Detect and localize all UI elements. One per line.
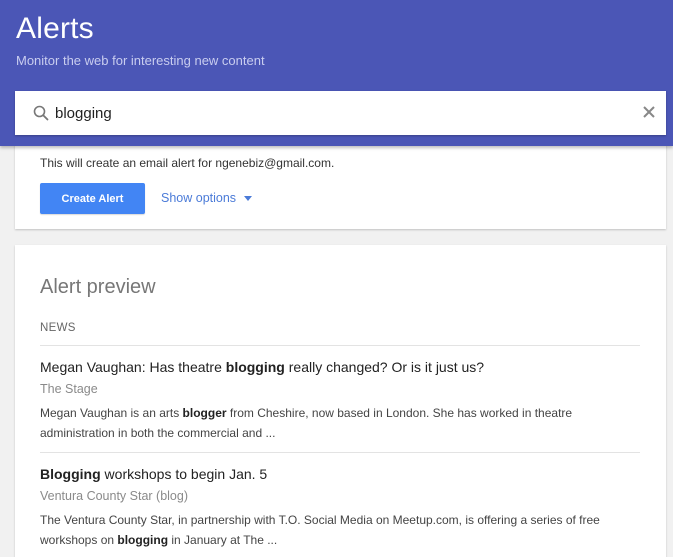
snippet-highlight: blogger — [182, 406, 227, 420]
snippet-highlight: blogging — [117, 533, 169, 547]
divider — [40, 452, 640, 453]
snippet-text: in January at The ... — [168, 533, 278, 547]
show-options-label: Show options — [161, 191, 237, 205]
result-source: The Stage — [40, 382, 98, 396]
caret-down-icon — [244, 195, 253, 201]
alert-preview-card: Alert preview NEWS Megan Vaughan: Has th… — [15, 245, 666, 557]
news-result: Megan Vaughan: Has theatre blogging real… — [40, 359, 640, 443]
create-alert-button[interactable]: Create Alert — [40, 183, 145, 214]
result-snippet: Megan Vaughan is an arts blogger from Ch… — [40, 403, 640, 443]
search-bar — [15, 91, 666, 135]
result-title[interactable]: Blogging workshops to begin Jan. 5 — [40, 466, 640, 482]
result-snippet: The Ventura County Star, in partnership … — [40, 510, 640, 550]
result-title-highlight: Blogging — [40, 466, 101, 482]
search-icon — [33, 105, 49, 121]
close-icon[interactable] — [642, 105, 656, 119]
result-source: Ventura County Star (blog) — [40, 489, 188, 503]
email-note: This will create an email alert for ngen… — [40, 156, 335, 170]
result-title-text: really changed? Or is it just us? — [284, 359, 485, 375]
result-title[interactable]: Megan Vaughan: Has theatre blogging real… — [40, 359, 640, 375]
search-input[interactable] — [55, 101, 615, 125]
page-subtitle: Monitor the web for interesting new cont… — [16, 53, 265, 68]
result-title-highlight: blogging — [225, 359, 285, 375]
result-title-text: Megan Vaughan: Has theatre — [40, 359, 226, 375]
preview-title: Alert preview — [40, 276, 156, 298]
section-label-news: NEWS — [40, 322, 76, 334]
snippet-text: Megan Vaughan is an arts — [40, 406, 183, 420]
news-result: Blogging workshops to begin Jan. 5 Ventu… — [40, 466, 640, 550]
divider — [40, 345, 640, 346]
page-title: Alerts — [16, 12, 94, 45]
app-header: Alerts Monitor the web for interesting n… — [0, 0, 673, 146]
result-title-text: workshops to begin Jan. 5 — [100, 466, 268, 482]
show-options-link[interactable]: Show options — [161, 191, 253, 205]
create-alert-card: This will create an email alert for ngen… — [15, 140, 666, 229]
